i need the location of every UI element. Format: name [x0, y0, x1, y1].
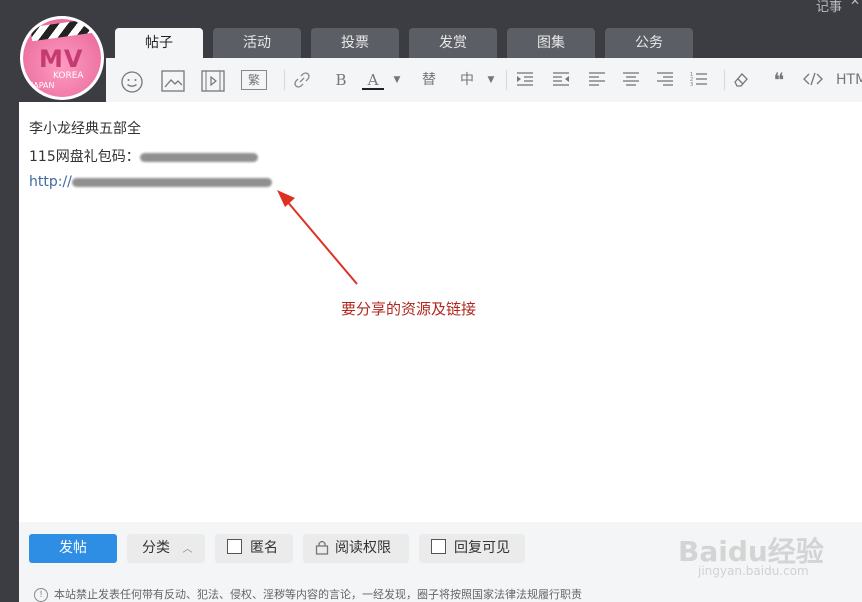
policy-notice: ! 本站禁止发表任何带有反动、犯法、侵权、淫秽等内容的言论，一经发现，圈子将按照国…	[34, 586, 582, 602]
reply-visible-checkbox[interactable]: 回复可见	[419, 534, 525, 563]
image-icon[interactable]	[161, 70, 187, 92]
svg-text:3: 3	[690, 82, 693, 88]
notes-label[interactable]: 记事	[816, 0, 842, 15]
category-button[interactable]: 分类 ︿	[127, 534, 205, 563]
tab-post[interactable]: 帖子	[115, 28, 203, 58]
avatar-logo-text: MV	[39, 45, 84, 73]
chevron-up-icon: ︿	[182, 544, 193, 555]
anonymous-checkbox[interactable]: 匿名	[215, 534, 293, 563]
tab-reward[interactable]: 发赏	[409, 28, 497, 58]
read-permission-label: 阅读权限	[335, 540, 391, 556]
tab-vote[interactable]: 投票	[311, 28, 399, 58]
post-editor[interactable]: 李小龙经典五部全 115网盘礼包码： http:// 要分享的资源及链接	[19, 102, 862, 522]
emoji-icon[interactable]	[120, 70, 146, 93]
font-size-button[interactable]: 中	[456, 70, 478, 90]
lock-icon	[315, 540, 329, 555]
close-icon[interactable]: ✕	[850, 0, 860, 8]
annotation-arrow-icon	[277, 190, 358, 285]
eraser-icon[interactable]	[732, 70, 754, 90]
avatar-japan-text: JAPAN	[31, 81, 55, 90]
bold-button[interactable]: B	[328, 70, 354, 90]
code-icon[interactable]	[802, 70, 826, 90]
category-label: 分类	[142, 540, 170, 556]
outdent-icon[interactable]	[552, 70, 574, 90]
checkbox-icon[interactable]	[431, 539, 446, 554]
chevron-down-icon[interactable]: ▼	[486, 70, 496, 90]
align-center-icon[interactable]	[622, 70, 644, 90]
ordered-list-icon[interactable]: 123	[690, 70, 712, 90]
link-icon[interactable]	[292, 70, 318, 90]
chevron-down-icon[interactable]: ▼	[392, 70, 402, 90]
align-left-icon[interactable]	[588, 70, 610, 90]
policy-notice-text: 本站禁止发表任何带有反动、犯法、侵权、淫秽等内容的言论，一经发现，圈子将按照国家…	[54, 588, 582, 601]
tab-activity[interactable]: 活动	[213, 28, 301, 58]
baidu-watermark: Baidu经验 jingyan.baidu.com	[658, 506, 858, 586]
replace-button[interactable]: 替	[416, 70, 442, 90]
video-icon[interactable]	[201, 70, 227, 92]
checkbox-icon[interactable]	[227, 539, 242, 554]
read-permission-button[interactable]: 阅读权限	[303, 534, 409, 563]
anonymous-label: 匿名	[250, 540, 278, 556]
font-color-button[interactable]: A	[362, 70, 384, 90]
tab-official[interactable]: 公务	[605, 28, 693, 58]
editor-toolbar: 繁 B A ▼ 替 中 ▼ 123 ❝ HTM	[106, 58, 862, 102]
traditional-chinese-button[interactable]: 繁	[241, 70, 267, 90]
info-icon: !	[34, 588, 48, 602]
quote-icon[interactable]: ❝	[768, 70, 790, 90]
reply-visible-label: 回复可见	[454, 540, 510, 556]
clapperboard-icon	[30, 19, 94, 42]
indent-icon[interactable]	[516, 70, 538, 90]
align-right-icon[interactable]	[656, 70, 678, 90]
avatar-korea-text: KOREA	[53, 71, 84, 81]
tab-gallery[interactable]: 图集	[507, 28, 595, 58]
post-button[interactable]: 发帖	[29, 534, 117, 563]
annotation-text: 要分享的资源及链接	[341, 300, 477, 318]
watermark-sub: jingyan.baidu.com	[698, 564, 809, 578]
avatar[interactable]: MV KOREA JAPAN	[20, 16, 104, 100]
html-source-button[interactable]: HTM	[836, 70, 862, 90]
